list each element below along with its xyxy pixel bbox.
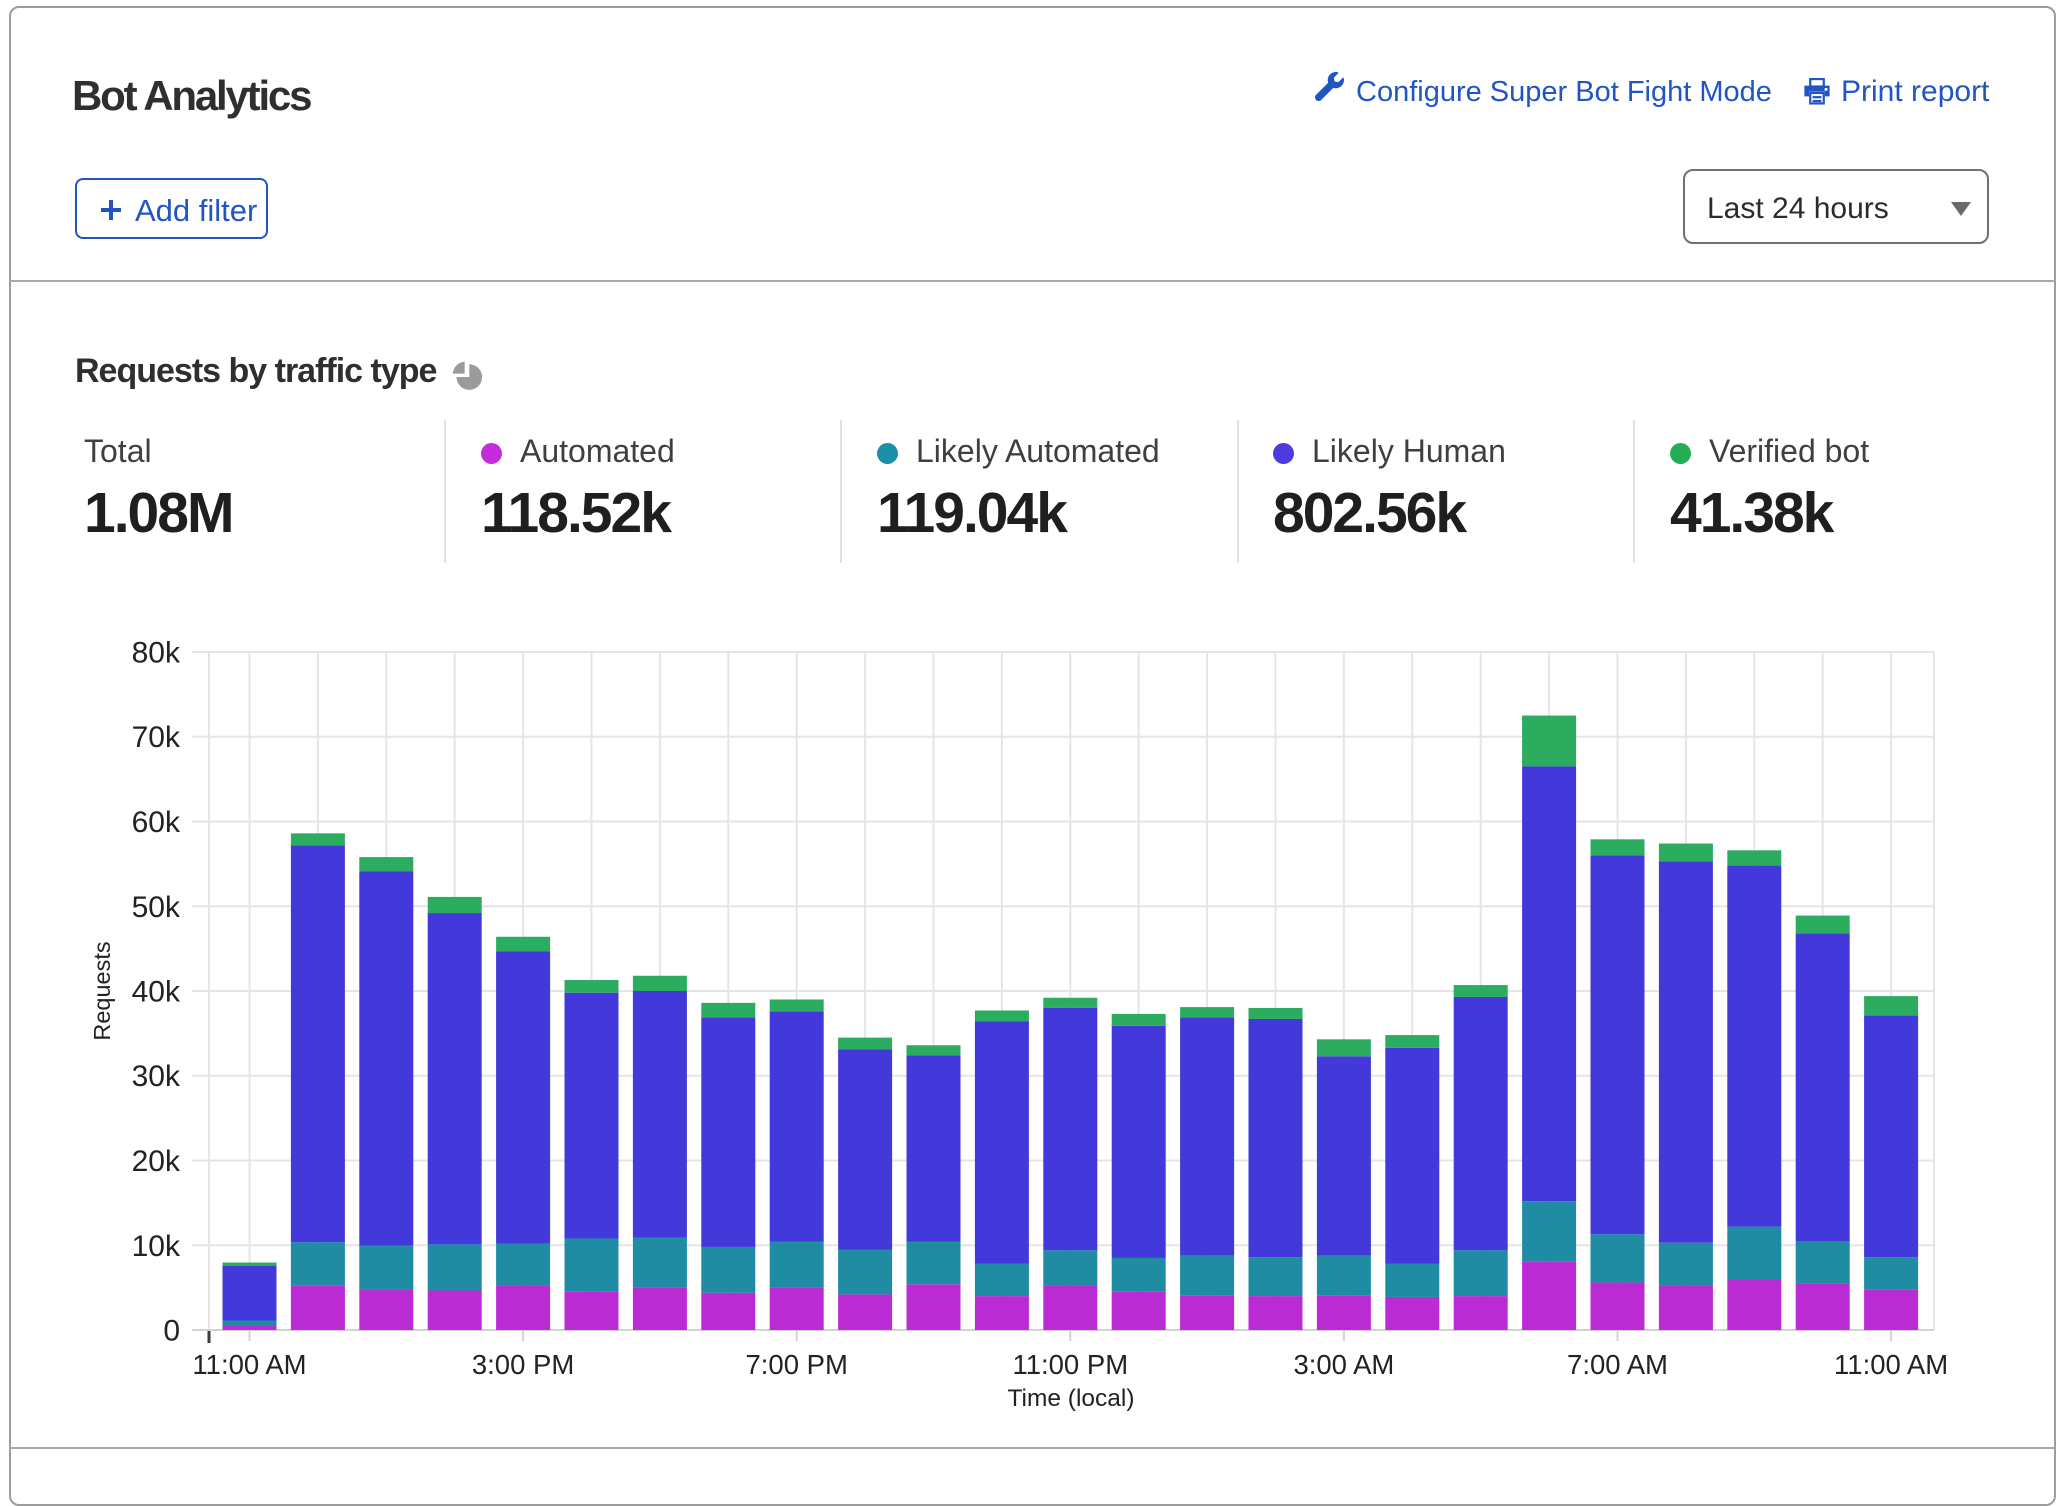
svg-text:30k: 30k — [132, 1060, 181, 1093]
svg-text:3:00 PM: 3:00 PM — [472, 1349, 574, 1380]
svg-text:Time (local): Time (local) — [1007, 1385, 1134, 1412]
svg-text:60k: 60k — [132, 806, 181, 839]
svg-text:20k: 20k — [132, 1145, 181, 1178]
svg-text:7:00 AM: 7:00 AM — [1567, 1349, 1668, 1380]
svg-text:0: 0 — [163, 1315, 180, 1348]
svg-text:Requests: Requests — [89, 941, 115, 1040]
svg-text:40k: 40k — [132, 976, 181, 1009]
svg-text:10k: 10k — [132, 1230, 181, 1263]
svg-text:70k: 70k — [132, 721, 181, 754]
svg-text:7:00 PM: 7:00 PM — [745, 1349, 847, 1380]
svg-text:50k: 50k — [132, 891, 181, 924]
svg-text:11:00 AM: 11:00 AM — [1834, 1349, 1948, 1380]
svg-text:11:00 AM: 11:00 AM — [192, 1349, 306, 1380]
svg-text:11:00 PM: 11:00 PM — [1012, 1349, 1128, 1380]
svg-text:3:00 AM: 3:00 AM — [1293, 1349, 1394, 1380]
svg-text:80k: 80k — [132, 637, 181, 670]
